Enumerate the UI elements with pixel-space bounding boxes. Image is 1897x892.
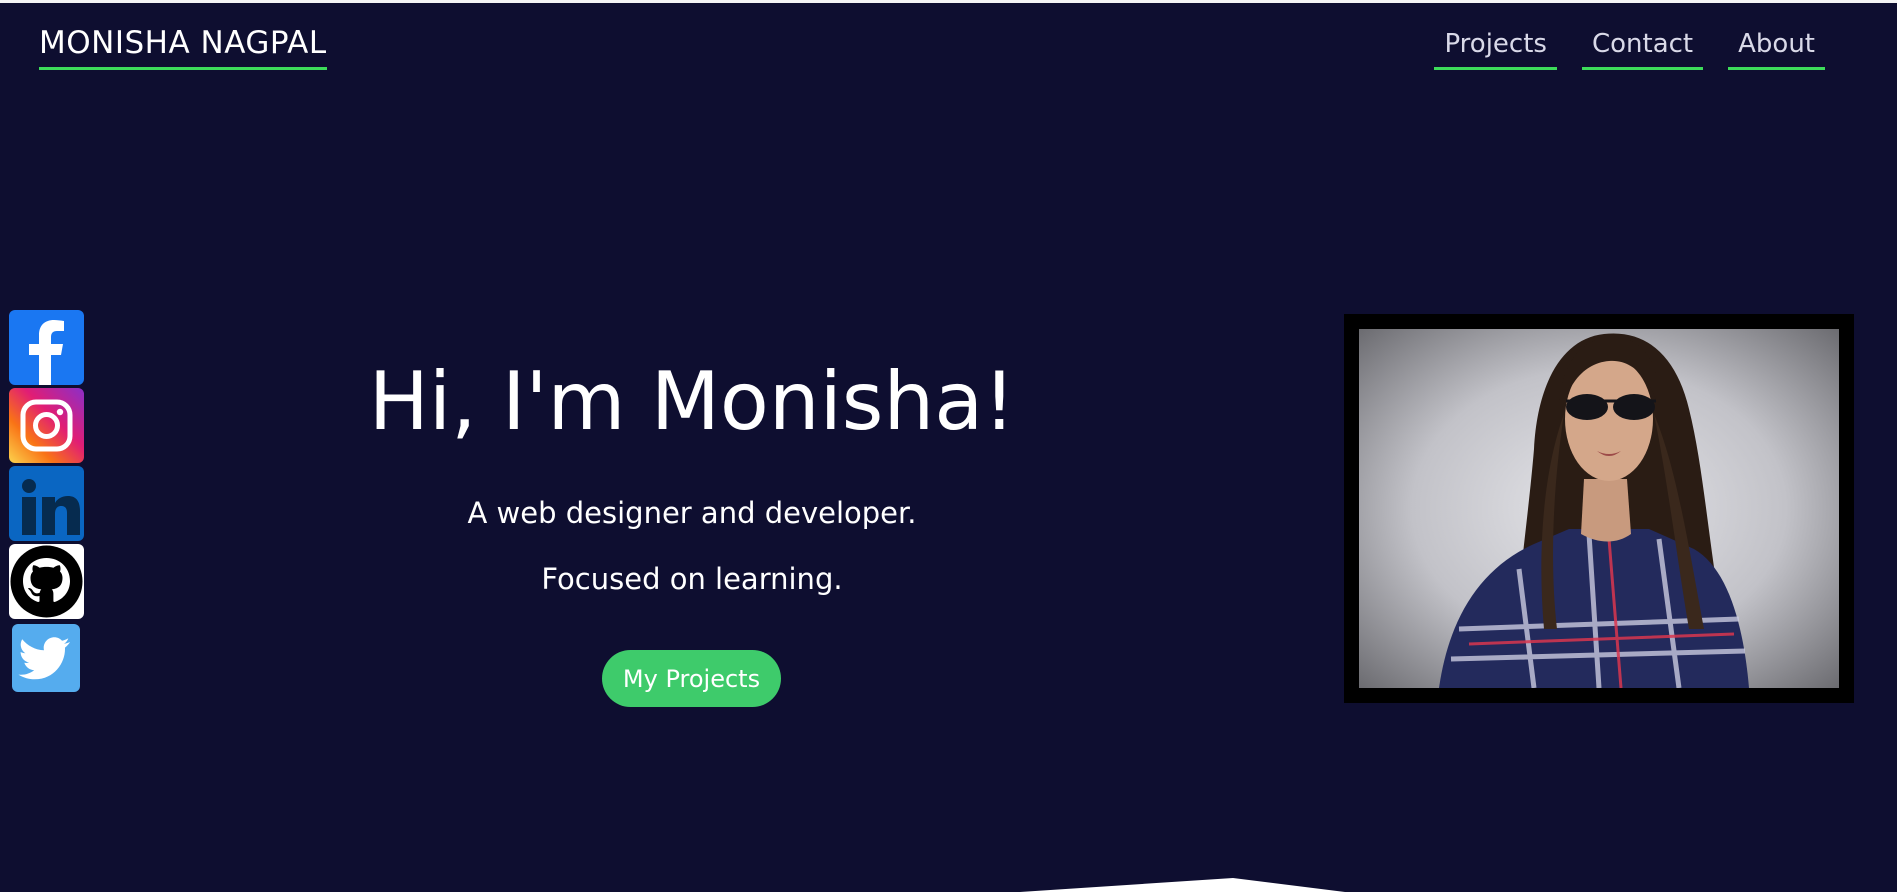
facebook-icon[interactable] (9, 310, 84, 385)
github-icon[interactable] (9, 544, 84, 619)
linkedin-icon[interactable] (9, 466, 84, 541)
twitter-icon[interactable] (12, 624, 80, 692)
bottom-wave-divider (1020, 878, 1345, 892)
profile-photo (1359, 329, 1839, 688)
top-border (0, 0, 1897, 3)
hero-title: Hi, I'm Monisha! (368, 355, 1016, 448)
instagram-icon[interactable] (9, 388, 84, 463)
social-links (9, 310, 84, 695)
hero-tagline-designer: A web designer and developer. (467, 496, 917, 530)
my-projects-button[interactable]: My Projects (602, 650, 781, 707)
site-brand[interactable]: MONISHA NAGPAL (39, 26, 327, 71)
profile-photo-frame (1344, 314, 1854, 703)
nav-link-projects[interactable]: Projects (1434, 30, 1557, 70)
nav-link-about[interactable]: About (1728, 30, 1825, 70)
nav-link-contact[interactable]: Contact (1581, 30, 1704, 70)
main-nav: Projects Contact About (1434, 30, 1825, 70)
hero-tagline-learning: Focused on learning. (541, 562, 843, 596)
